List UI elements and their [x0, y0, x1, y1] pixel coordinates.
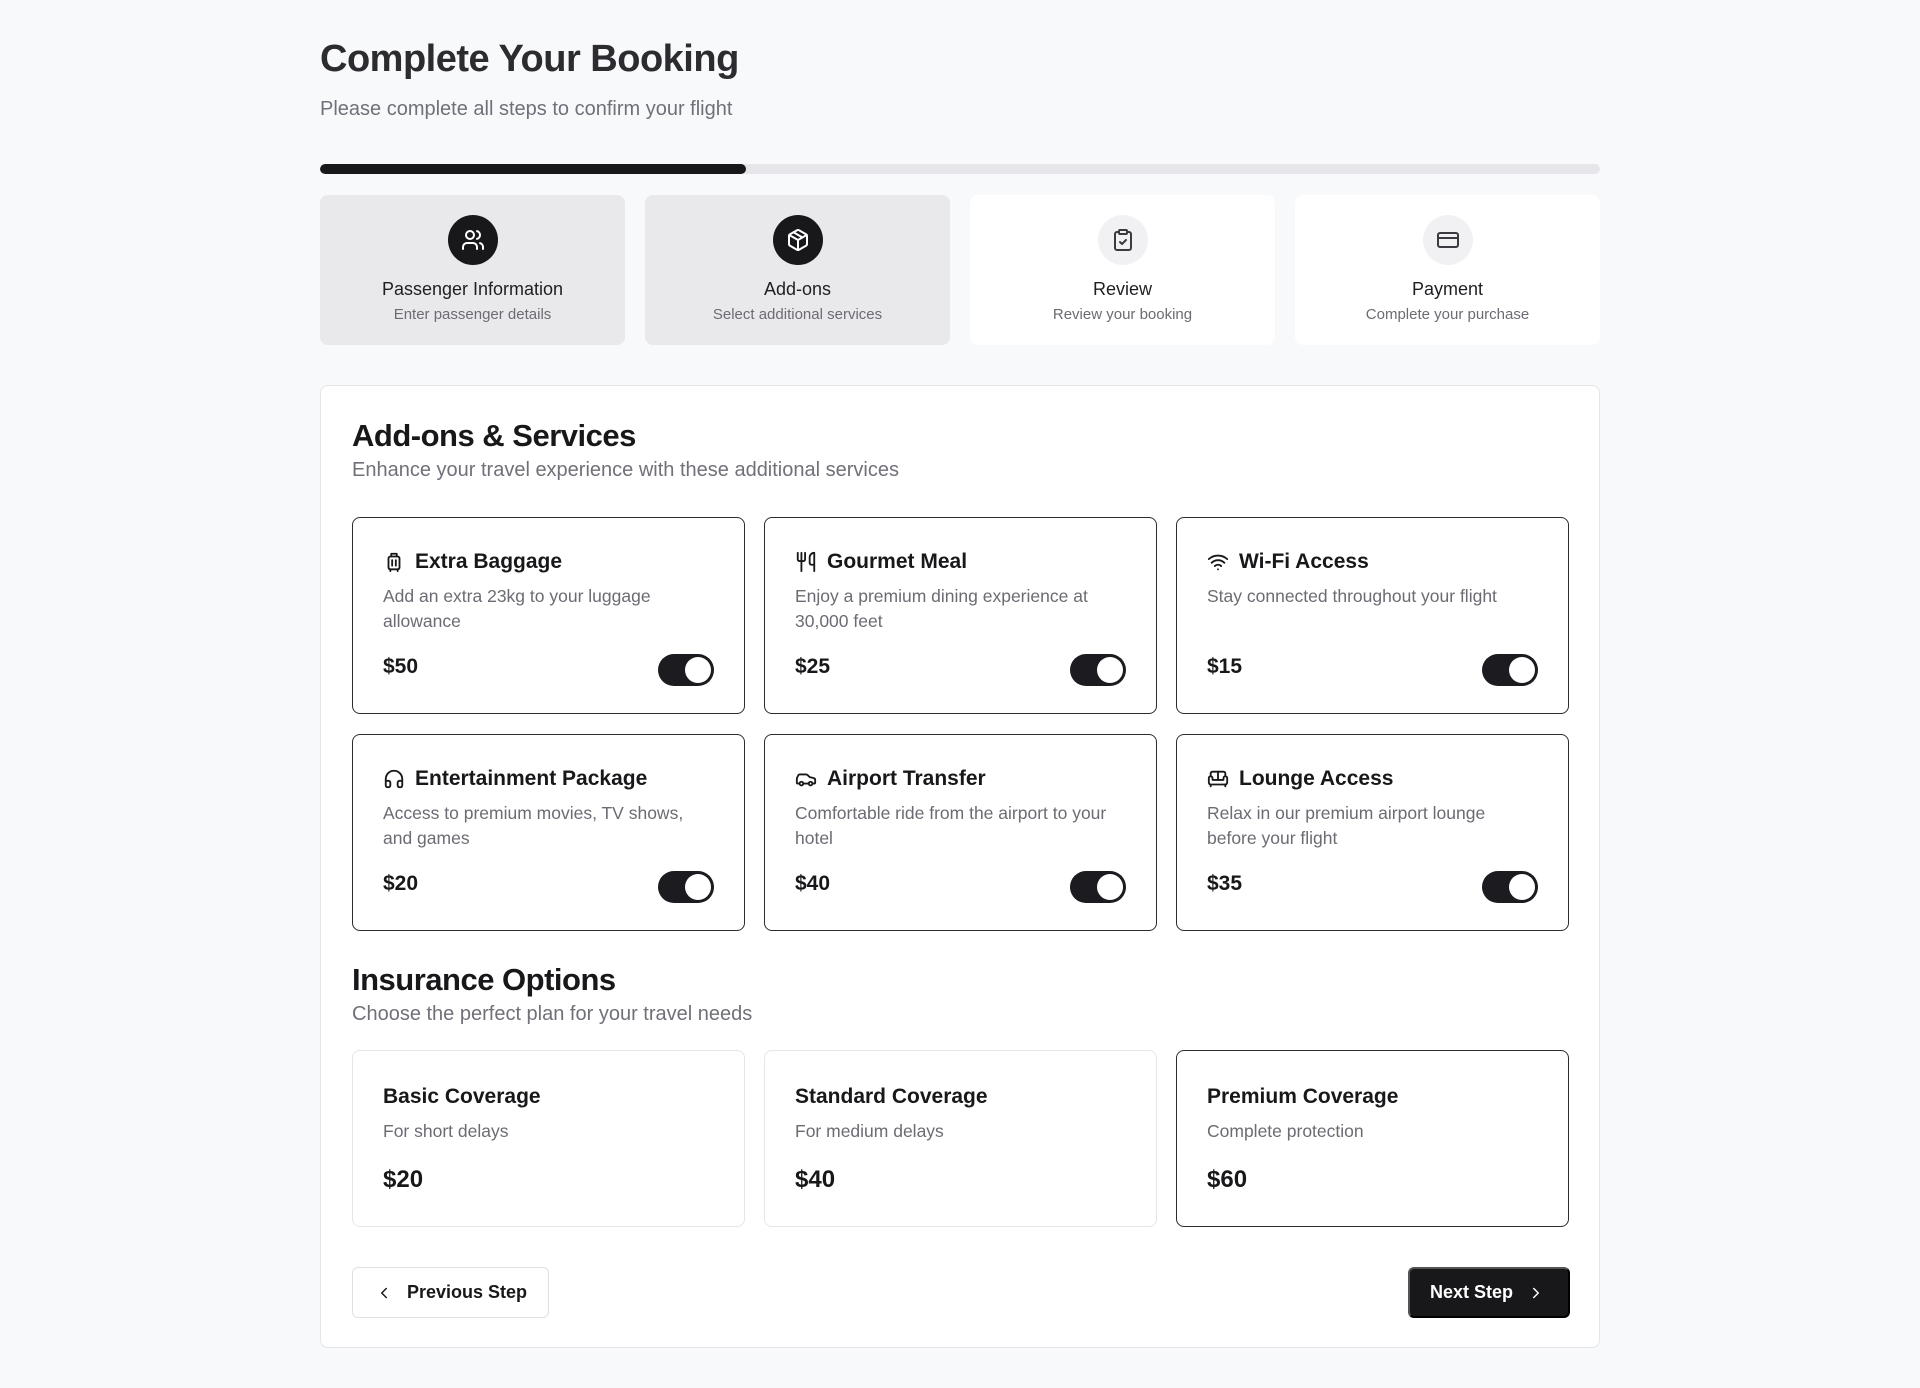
insurance-description: For short delays [383, 1121, 509, 1141]
addon-extra-baggage: Extra Baggage Add an extra 23kg to your … [352, 517, 745, 714]
insurance-section-subtitle: Choose the perfect plan for your travel … [352, 1003, 753, 1025]
next-step-label: Next Step [1430, 1282, 1514, 1302]
addon-description: Relax in our premium airport lounge befo… [1207, 803, 1486, 848]
addon-description: Stay connected throughout your flight [1207, 586, 1497, 606]
insurance-section-title: Insurance Options [352, 962, 616, 997]
insurance-options: Basic Coverage For short delays $20 Stan… [352, 1050, 1570, 1227]
page-title: Complete Your Booking [320, 38, 739, 80]
utensils-icon [796, 551, 816, 573]
addon-airport-transfer: Airport Transfer Comfortable ride from t… [764, 734, 1157, 931]
toggle-knob [1509, 874, 1535, 900]
step-subtitle: Review your booking [1052, 306, 1193, 323]
insurance-name: Basic Coverage [383, 1085, 541, 1108]
addon-name: Entertainment Package [415, 767, 648, 790]
addon-price: $35 [1207, 872, 1243, 895]
page-subtitle: Please complete all steps to confirm you… [320, 98, 733, 120]
insurance-price: $20 [383, 1166, 424, 1193]
progress-bar [320, 164, 1600, 174]
insurance-price: $40 [795, 1166, 836, 1193]
credit-card-icon [1422, 215, 1473, 265]
addon-description: Enjoy a premium dining experience at 30,… [795, 586, 1088, 631]
addon-toggle[interactable] [658, 871, 714, 903]
headphones-icon [384, 769, 404, 789]
addon-description: Access to premium movies, TV shows, and … [383, 803, 684, 848]
previous-step-label: Previous Step [407, 1282, 528, 1302]
booking-card: Add-ons & Services Enhance your travel e… [320, 385, 1600, 1348]
addon-toggle[interactable] [1070, 654, 1126, 686]
addon-gourmet-meal: Gourmet Meal Enjoy a premium dining expe… [764, 517, 1157, 714]
insurance-description: For medium delays [795, 1121, 944, 1141]
progress-bar-fill [320, 164, 747, 174]
chevron-right-icon [1533, 1287, 1540, 1298]
insurance-name: Standard Coverage [795, 1085, 988, 1108]
step-subtitle: Enter passenger details [393, 306, 552, 323]
chevron-left-icon [381, 1287, 387, 1298]
addon-price: $25 [795, 655, 831, 678]
addon-price: $15 [1207, 655, 1243, 678]
toggle-knob [1097, 874, 1123, 900]
addons-section-title: Add-ons & Services [352, 418, 636, 453]
insurance-option-basic[interactable]: Basic Coverage For short delays $20 [352, 1050, 745, 1227]
car-icon [795, 773, 817, 787]
step-passenger-information[interactable]: Passenger Information Enter passenger de… [320, 195, 625, 345]
insurance-option-premium[interactable]: Premium Coverage Complete protection $60 [1176, 1050, 1569, 1227]
step-review[interactable]: Review Review your booking [970, 195, 1275, 345]
previous-step-button[interactable]: Previous Step [352, 1267, 549, 1318]
addon-lounge-access: Lounge Access Relax in our premium airpo… [1176, 734, 1569, 931]
step-title: Payment [1411, 279, 1484, 299]
addon-description: Comfortable ride from the airport to you… [795, 803, 1107, 848]
addons-grid: Extra Baggage Add an extra 23kg to your … [352, 517, 1570, 931]
addon-price: $50 [383, 655, 419, 678]
addon-price: $40 [795, 872, 831, 895]
users-icon [447, 215, 498, 265]
step-add-ons[interactable]: Add-ons Select additional services [645, 195, 950, 345]
addon-name: Wi-Fi Access [1239, 550, 1369, 573]
toggle-knob [685, 657, 711, 683]
step-title: Review [1092, 279, 1153, 299]
toggle-knob [1097, 657, 1123, 683]
addon-name: Lounge Access [1239, 767, 1394, 790]
addon-name: Airport Transfer [827, 767, 986, 790]
addon-toggle[interactable] [1482, 654, 1538, 686]
insurance-price: $60 [1207, 1166, 1248, 1193]
step-title: Passenger Information [381, 279, 564, 299]
insurance-name: Premium Coverage [1207, 1085, 1399, 1108]
addon-name: Extra Baggage [415, 550, 563, 573]
toggle-knob [1509, 657, 1535, 683]
addon-name: Gourmet Meal [827, 550, 968, 573]
addon-toggle[interactable] [1482, 871, 1538, 903]
sofa-icon [1207, 770, 1229, 788]
next-step-button[interactable]: Next Step [1408, 1267, 1570, 1318]
addons-section-subtitle: Enhance your travel experience with thes… [352, 459, 899, 481]
addon-description: Add an extra 23kg to your luggage allowa… [383, 586, 651, 631]
insurance-description: Complete protection [1207, 1121, 1364, 1141]
luggage-icon [387, 552, 401, 573]
wifi-icon [1207, 554, 1229, 571]
toggle-knob [685, 874, 711, 900]
step-indicator: Passenger Information Enter passenger de… [320, 195, 1600, 345]
package-icon [772, 215, 823, 265]
addon-entertainment-package: Entertainment Package Access to premium … [352, 734, 745, 931]
insurance-option-standard[interactable]: Standard Coverage For medium delays $40 [764, 1050, 1157, 1227]
addon-toggle[interactable] [1070, 871, 1126, 903]
step-subtitle: Complete your purchase [1365, 306, 1530, 323]
addon-price: $20 [383, 872, 419, 895]
clipboard-check-icon [1097, 215, 1148, 265]
step-title: Add-ons [763, 279, 832, 299]
addon-toggle[interactable] [658, 654, 714, 686]
step-payment[interactable]: Payment Complete your purchase [1295, 195, 1600, 345]
step-subtitle: Select additional services [712, 306, 883, 323]
addon-wifi-access: Wi-Fi Access Stay connected throughout y… [1176, 517, 1569, 714]
